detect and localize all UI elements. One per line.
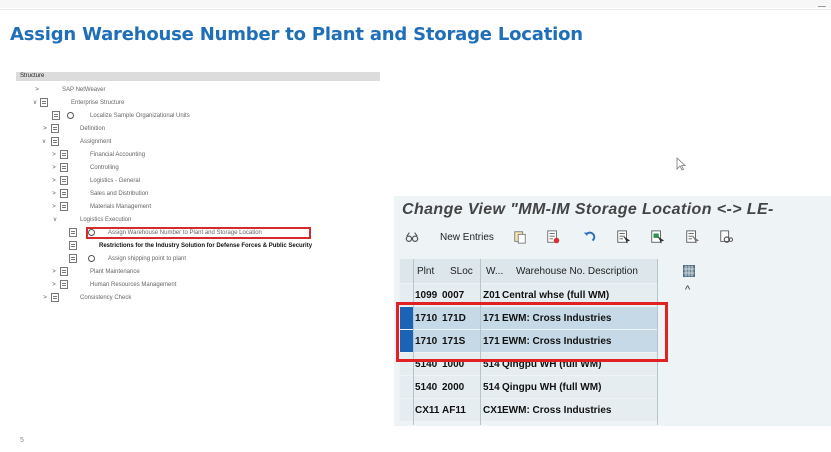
select-block-icon[interactable] <box>650 229 664 245</box>
delete-icon[interactable] <box>546 229 560 245</box>
tree-item-label: Consistency Check <box>80 295 132 301</box>
tree-item-label: Plant Maintenance <box>90 269 140 275</box>
expand-icon[interactable]: > <box>50 162 58 174</box>
expand-icon[interactable]: > <box>50 149 58 161</box>
slide-top-bar <box>0 0 831 8</box>
document-icon <box>40 98 48 107</box>
expand-icon[interactable]: > <box>50 266 58 278</box>
structure-header: Structure <box>16 72 380 81</box>
cell-plnt: 1099 <box>415 290 438 301</box>
activity-clock-icon <box>88 255 95 262</box>
cell-sloc: 2000 <box>442 382 465 393</box>
document-icon <box>60 280 68 289</box>
collapse-icon[interactable]: v <box>40 136 48 148</box>
select-all-icon[interactable] <box>616 229 630 245</box>
glasses-icon[interactable] <box>405 229 419 245</box>
tree-item-label: Sales and Distribution <box>90 191 149 197</box>
tree-highlight-box <box>86 227 311 239</box>
expand-icon[interactable]: > <box>50 279 58 291</box>
tree-item-label: Controlling <box>90 165 119 171</box>
document-icon <box>51 137 59 146</box>
cell-description: Central whse (full WM) <box>502 290 610 301</box>
cell-description: EWM: Cross Industries <box>502 405 612 416</box>
tree-item-label: Assign shipping point to plant <box>108 256 187 262</box>
tree-item-label: Materials Management <box>90 204 152 210</box>
document-icon <box>52 111 60 120</box>
tree-item-label: Localize Sample Organizational Units <box>90 113 190 119</box>
expand-icon[interactable]: > <box>50 188 58 200</box>
collapse-icon[interactable]: v <box>31 97 39 109</box>
tree-item-label: Human Resources Management <box>90 282 177 288</box>
new-entries-button[interactable]: New Entries <box>440 232 494 243</box>
document-icon <box>60 189 68 198</box>
document-icon <box>60 267 68 276</box>
tree-item-label: Financial Accounting <box>90 152 146 158</box>
scroll-up-icon[interactable]: ^ <box>685 284 690 296</box>
document-icon <box>60 176 68 185</box>
document-icon <box>51 293 59 302</box>
expand-icon[interactable]: > <box>33 84 41 96</box>
column-header-sloc[interactable]: SLoc <box>450 266 473 277</box>
expand-icon[interactable]: > <box>50 175 58 187</box>
document-icon <box>69 228 77 237</box>
cell-plnt: CX11 <box>415 405 440 416</box>
tree-item-label: Logistics - General <box>90 178 141 184</box>
cell-sloc: 0007 <box>442 290 465 301</box>
document-icon <box>69 254 77 263</box>
cell-warehouse: 514 <box>483 382 500 393</box>
minimize-mark <box>818 6 826 7</box>
change-view-title: Change View "MM-IM Storage Location <-> … <box>402 201 774 218</box>
document-icon <box>60 202 68 211</box>
cell-plnt: 5140 <box>415 382 438 393</box>
activity-clock-icon <box>67 112 74 119</box>
document-icon <box>60 150 68 159</box>
expand-icon[interactable]: > <box>41 292 49 304</box>
page-number: 5 <box>20 437 24 444</box>
slide-title: Assign Warehouse Number to Plant and Sto… <box>10 24 583 45</box>
tree-item-label: Assignment <box>80 139 112 145</box>
document-icon <box>69 241 77 250</box>
document-icon <box>51 124 59 133</box>
tree-item-label: Logistics Execution <box>80 217 132 223</box>
expand-icon[interactable]: > <box>50 201 58 213</box>
document-icon <box>60 163 68 172</box>
cell-sloc: AF11 <box>442 405 466 416</box>
tree-item-label: Definition <box>80 126 106 132</box>
cell-warehouse: CX1 <box>483 405 503 416</box>
undo-icon[interactable] <box>582 229 596 245</box>
tree-item-label: SAP NetWeaver <box>62 87 106 93</box>
column-settings-icon[interactable] <box>683 265 695 277</box>
collapse-icon[interactable]: v <box>51 214 59 226</box>
selection-highlight-box <box>396 302 668 362</box>
tree-item-label: Enterprise Structure <box>71 100 125 106</box>
mouse-pointer-icon <box>676 157 686 171</box>
table-scrollbar[interactable]: ^ <box>678 262 700 425</box>
slide-top-rule <box>0 9 831 10</box>
copy-icon[interactable] <box>513 229 527 245</box>
expand-icon[interactable]: > <box>41 123 49 135</box>
cell-description: Qingpu WH (full WM) <box>502 382 602 393</box>
column-header-warehouse[interactable]: W... <box>486 266 503 277</box>
column-header-description[interactable]: Warehouse No. Description <box>516 266 638 277</box>
print-preview-icon[interactable] <box>719 229 733 245</box>
cell-warehouse: Z01 <box>483 290 501 301</box>
deselect-all-icon[interactable] <box>685 229 699 245</box>
column-header-plnt[interactable]: Plnt <box>417 266 434 277</box>
tree-item-label: Restrictions for the Industry Solution f… <box>99 243 313 249</box>
